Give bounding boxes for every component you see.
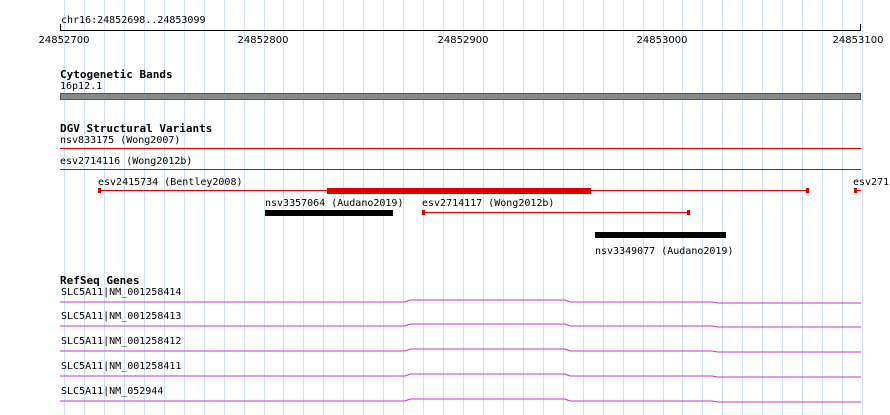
dgv-feature-label: esv2714117 (Wong2012b) — [422, 198, 555, 209]
ruler-axis-cap-left — [60, 24, 61, 31]
ruler-tick-label: 24852900 — [437, 35, 489, 46]
dgv-feature-label: esv271 — [853, 177, 890, 188]
dgv-feature-endcap — [98, 188, 101, 193]
genome-browser-view: chr16:24852698..24853099 24852700 248528… — [0, 0, 890, 415]
dgv-feature-endcap — [422, 210, 425, 215]
track-title-refseq: RefSeq Genes — [60, 274, 140, 287]
dgv-feature-endcap — [806, 188, 809, 193]
refseq-intron-path — [60, 323, 861, 328]
dgv-feature-label: nsv833175 (Wong2007) — [60, 135, 181, 146]
dgv-feature-thick-block[interactable] — [265, 210, 393, 216]
region-label: chr16:24852698..24853099 — [61, 15, 206, 26]
refseq-transcript-label: SLC5A11|NM_001258414 — [61, 287, 182, 298]
dgv-feature-thick-block[interactable] — [327, 188, 591, 194]
refseq-intron-path — [60, 348, 861, 353]
refseq-transcript-label: SLC5A11|NM_001258413 — [61, 311, 182, 322]
cytoband-label: 16p12.1 — [60, 81, 103, 92]
dgv-feature-line[interactable] — [423, 212, 690, 213]
ruler-tick-label: 24853100 — [832, 35, 884, 46]
refseq-transcript-line[interactable] — [60, 299, 862, 305]
ruler-axis — [60, 30, 861, 31]
dgv-feature-label: esv2714116 (Wong2012b) — [60, 156, 193, 167]
refseq-transcript-line[interactable] — [60, 323, 862, 329]
refseq-intron-path — [60, 373, 861, 378]
refseq-transcript-label: SLC5A11|NM_001258412 — [61, 336, 182, 347]
cytoband-bar[interactable] — [60, 93, 861, 100]
grid-line — [862, 0, 863, 415]
refseq-transcript-label: SLC5A11|NM_001258411 — [61, 361, 182, 372]
refseq-intron-path — [60, 398, 861, 403]
dgv-feature-endcap — [687, 210, 690, 215]
track-title-cytoband: Cytogenetic Bands — [60, 68, 173, 81]
refseq-transcript-line[interactable] — [60, 373, 862, 379]
dgv-feature-label: nsv3349077 (Audano2019) — [595, 246, 734, 257]
refseq-intron-path — [60, 299, 861, 304]
ruler-tick-label: 24852800 — [237, 35, 289, 46]
dgv-feature-line[interactable] — [855, 190, 861, 191]
ruler-axis-cap-right — [860, 24, 861, 31]
dgv-feature-line[interactable] — [60, 148, 861, 149]
dgv-feature-thick-block[interactable] — [595, 232, 726, 238]
dgv-feature-line[interactable] — [60, 169, 861, 170]
refseq-transcript-label: SLC5A11|NM_052944 — [61, 386, 164, 397]
track-title-dgv: DGV Structural Variants — [60, 122, 213, 135]
dgv-feature-label: nsv3357064 (Audano2019) — [265, 198, 404, 209]
dgv-feature-label: esv2415734 (Bentley2008) — [98, 177, 243, 188]
refseq-transcript-line[interactable] — [60, 398, 862, 404]
ruler-tick-label: 24852700 — [38, 35, 90, 46]
ruler-tick-label: 24853000 — [636, 35, 688, 46]
refseq-transcript-line[interactable] — [60, 348, 862, 354]
